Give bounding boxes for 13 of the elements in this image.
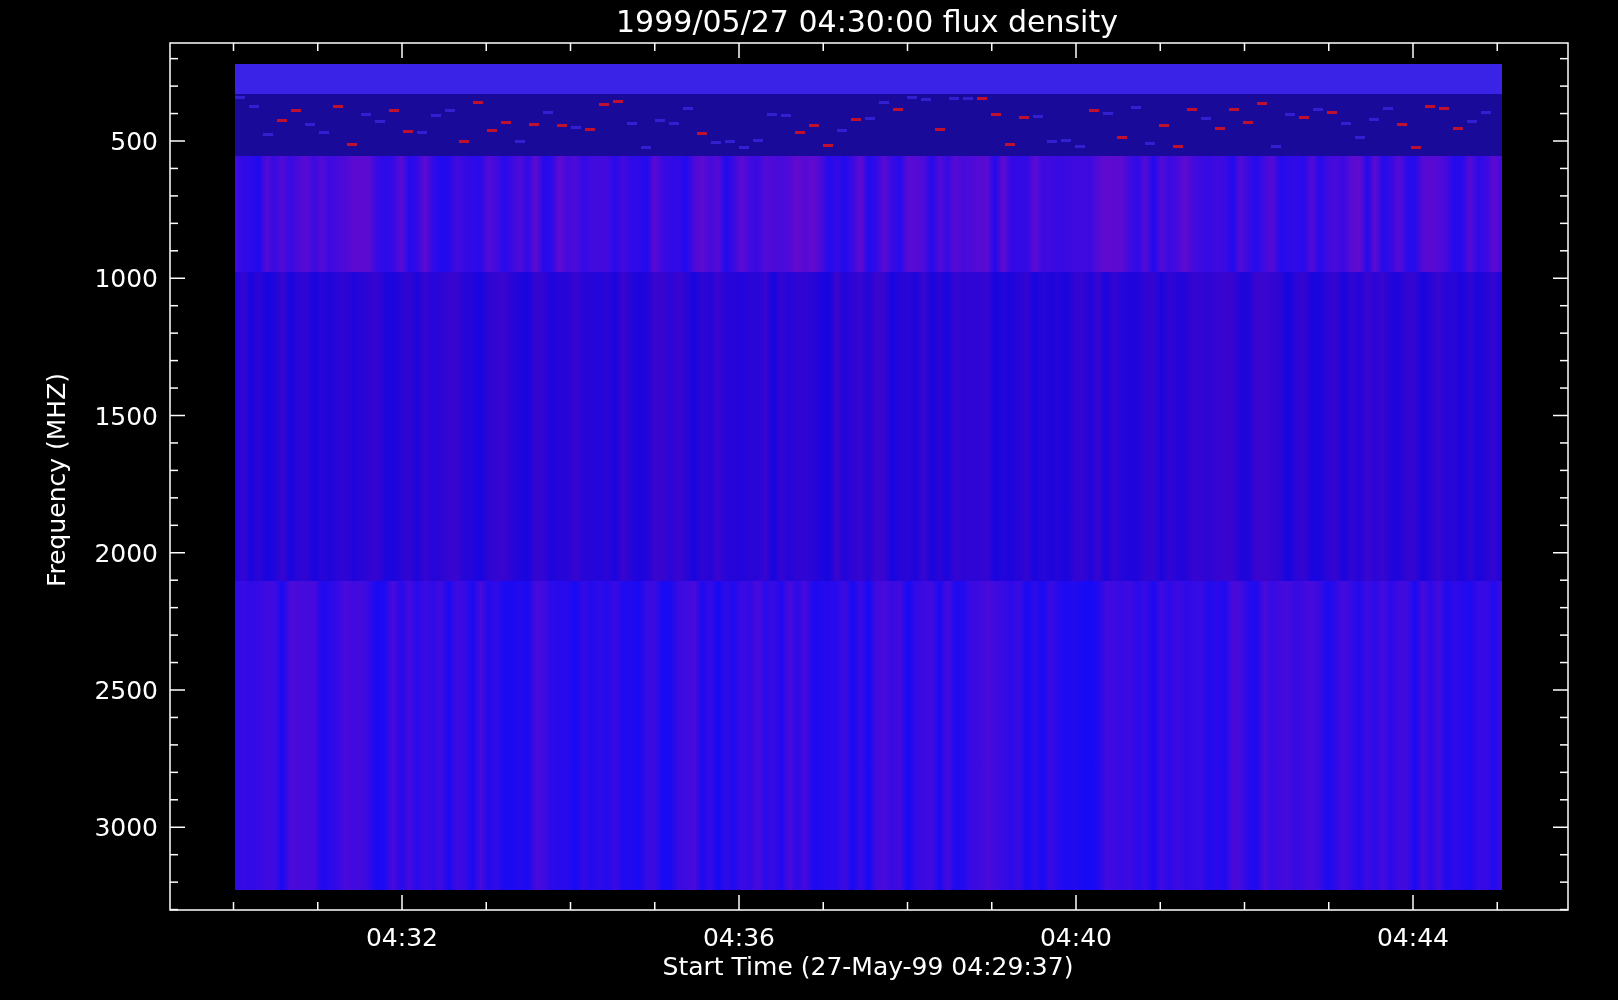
x-tick-label: 04:36 bbox=[703, 923, 775, 952]
y-tick-label: 500 bbox=[110, 127, 158, 156]
y-tick-label: 1500 bbox=[94, 401, 158, 431]
y-tick-label: 3000 bbox=[94, 813, 158, 843]
x-tick-label: 04:40 bbox=[1040, 923, 1112, 952]
y-tick-label: 1000 bbox=[94, 264, 158, 294]
y-tick-label: 2500 bbox=[94, 676, 158, 705]
x-tick-label: 04:32 bbox=[366, 923, 438, 952]
y-axis-label: Frequency (MHZ) bbox=[42, 372, 71, 588]
y-tick-label: 2000 bbox=[94, 538, 158, 568]
plot-title: 1999/05/27 04:30:00 flux density bbox=[616, 4, 1118, 39]
x-tick-label: 04:44 bbox=[1377, 923, 1449, 952]
x-axis-label: Start Time (27-May-99 04:29:37) bbox=[662, 952, 1074, 981]
